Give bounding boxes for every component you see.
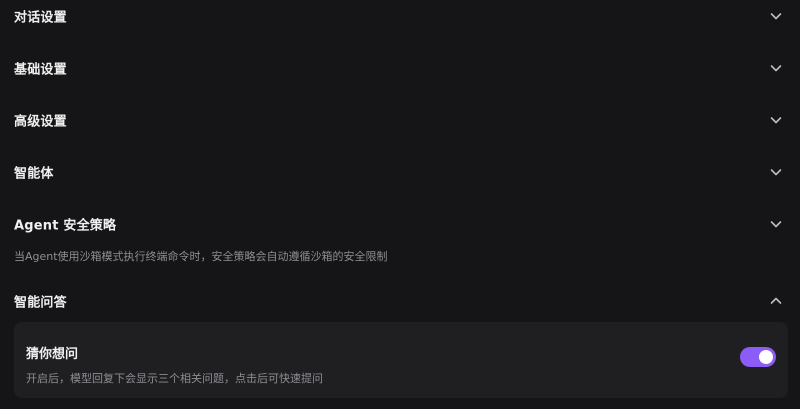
chevron-down-icon[interactable]	[768, 8, 784, 24]
section-title: 对话设置	[14, 10, 67, 26]
section-header-basic-settings[interactable]: 基础设置	[0, 48, 800, 88]
section-header-advanced-settings[interactable]: 高级设置	[0, 100, 800, 140]
chevron-down-icon[interactable]	[768, 60, 784, 76]
section-header-smart-qa[interactable]: 智能问答	[0, 281, 800, 321]
suggested-questions-toggle[interactable]	[740, 347, 776, 367]
section-header-conversation-settings[interactable]: 对话设置	[0, 0, 800, 36]
setting-card-suggested-questions: 猜你想问 开启后，模型回复下会显示三个相关问题，点击后可快速提问	[14, 322, 788, 398]
section-title: Agent 安全策略	[14, 218, 117, 234]
section-header-agent[interactable]: 智能体	[0, 152, 800, 192]
chevron-down-icon[interactable]	[768, 216, 784, 232]
section-description: 当Agent使用沙箱模式执行终端命令时，安全策略会自动遵循沙箱的安全限制	[14, 250, 388, 263]
section-title: 智能体	[14, 166, 54, 182]
section-title: 基础设置	[14, 62, 67, 78]
section-title: 高级设置	[14, 114, 67, 130]
chevron-down-icon[interactable]	[768, 164, 784, 180]
chevron-down-icon[interactable]	[768, 112, 784, 128]
section-title: 智能问答	[14, 295, 67, 311]
section-header-agent-security-policy[interactable]: Agent 安全策略	[0, 204, 800, 244]
toggle-knob	[759, 350, 773, 364]
chevron-up-icon[interactable]	[768, 293, 784, 309]
setting-description: 开启后，模型回复下会显示三个相关问题，点击后可快速提问	[26, 372, 323, 385]
setting-title: 猜你想问	[26, 347, 79, 362]
